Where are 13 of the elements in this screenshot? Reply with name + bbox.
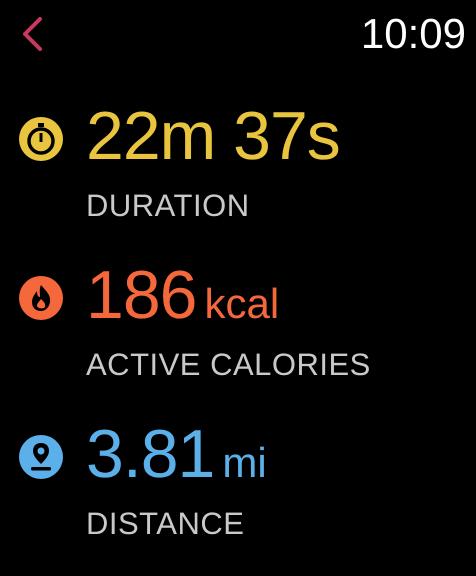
flame-icon bbox=[18, 275, 64, 321]
metric-value: 3.81 bbox=[86, 420, 214, 488]
location-pin-icon bbox=[18, 434, 64, 480]
stopwatch-icon bbox=[18, 116, 64, 162]
metric-value: 22m 37s bbox=[86, 102, 340, 170]
chevron-left-icon bbox=[20, 16, 44, 52]
metric-value: 186 bbox=[86, 261, 196, 329]
metric-label: DURATION bbox=[86, 190, 251, 221]
metric-unit: mi bbox=[222, 442, 267, 484]
metric-label: DISTANCE bbox=[86, 508, 246, 539]
metric-label: ACTIVE CALORIES bbox=[86, 349, 372, 380]
metric-unit: kcal bbox=[204, 283, 280, 325]
clock-time: 10:09 bbox=[360, 13, 466, 55]
